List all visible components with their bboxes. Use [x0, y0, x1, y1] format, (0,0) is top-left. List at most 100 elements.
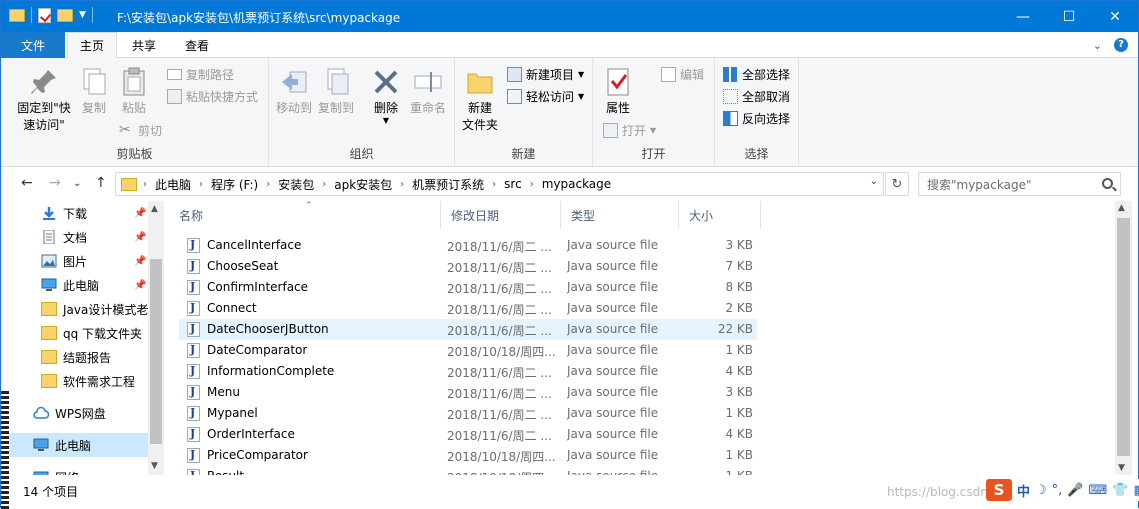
select-none-button[interactable]: 全部取消	[723, 86, 790, 106]
file-row[interactable]: ChooseSeat 2018/11/6/周二 ... Java source fi…	[179, 256, 757, 277]
nav-scroll-thumb[interactable]	[150, 259, 162, 444]
microphone-icon[interactable]: 🎤	[1067, 483, 1083, 498]
chevron-down-icon[interactable]: ⌄	[870, 176, 878, 187]
chevron-right-icon[interactable]: ›	[266, 179, 270, 190]
chevron-right-icon[interactable]: ›	[400, 179, 404, 190]
copy-button[interactable]: 复制	[77, 66, 111, 117]
nav-item[interactable]: 下载 📌	[9, 201, 149, 225]
skin-icon[interactable]: 👕	[1112, 483, 1128, 498]
new-folder-icon[interactable]	[57, 8, 73, 22]
edit-button[interactable]: 编辑	[661, 64, 704, 84]
language-indicator[interactable]: 中	[1017, 481, 1030, 500]
nav-item[interactable]: qq 下载文件夹	[9, 321, 149, 345]
breadcrumb-item[interactable]: mypackage	[542, 177, 611, 191]
help-icon[interactable]: ?	[1114, 38, 1128, 52]
file-row[interactable]: DateChooserJButton 2018/11/6/周二 ... Java s…	[179, 319, 757, 340]
tab-view[interactable]: 查看	[171, 32, 223, 58]
chevron-down-icon[interactable]: ▼	[79, 10, 86, 20]
pin-icon[interactable]: 📌	[134, 256, 146, 267]
file-row[interactable]: OrderInterface 2018/11/6/周二 ... Java sourc…	[179, 424, 757, 445]
breadcrumb-item[interactable]: 机票预订系统	[412, 176, 484, 193]
cut-button[interactable]: ✂ 剪切	[119, 120, 162, 140]
file-row[interactable]: PriceComparator 2018/10/18/周四... Java sour…	[179, 445, 757, 466]
copy-to-button[interactable]: 复制到	[317, 66, 355, 117]
recent-locations-button[interactable]: ⌄	[73, 178, 81, 189]
file-list-scrollbar[interactable]: ▲ ▼	[1115, 201, 1132, 475]
chevron-down-icon[interactable]: ▼	[1118, 463, 1125, 473]
invert-selection-button[interactable]: 反向选择	[723, 108, 790, 128]
file-row[interactable]: Menu 2018/11/6/周二 ... Java source file 3 KB	[179, 382, 757, 403]
back-button[interactable]: ←	[21, 175, 33, 191]
breadcrumb-item[interactable]: src	[504, 177, 522, 191]
search-input[interactable]: 搜索"mypackage"	[918, 172, 1121, 196]
chevron-down-icon[interactable]: ⌄	[1093, 39, 1102, 52]
file-row[interactable]: InformationComplete 2018/11/6/周二 ... Java …	[179, 361, 757, 382]
nav-item[interactable]: 网络	[9, 465, 149, 475]
file-row[interactable]: Connect 2018/11/6/周二 ... Java source file 2…	[179, 298, 757, 319]
file-row[interactable]: Mypanel 2018/11/6/周二 ... Java source file 1…	[179, 403, 757, 424]
chevron-right-icon[interactable]: ›	[199, 179, 203, 190]
pin-icon[interactable]: 📌	[134, 208, 146, 219]
rename-button[interactable]: 重命名	[407, 66, 449, 117]
chevron-down-icon[interactable]: ▼	[151, 461, 158, 471]
nav-item[interactable]: WPS网盘	[9, 401, 149, 425]
breadcrumb-item[interactable]: apk安装包	[334, 176, 392, 193]
new-item-button[interactable]: 新建项目 ▼	[507, 64, 584, 84]
move-to-button[interactable]: 移动到	[275, 66, 313, 117]
close-button[interactable]: ✕	[1092, 1, 1138, 32]
tab-home[interactable]: 主页	[67, 32, 117, 59]
paste-shortcut-button[interactable]: 粘贴快捷方式	[167, 86, 258, 106]
chevron-right-icon[interactable]: ›	[530, 179, 534, 190]
file-row[interactable]: ConfirmInterface 2018/11/6/周二 ... Java sou…	[179, 277, 757, 298]
file-list-scroll-thumb[interactable]	[1117, 218, 1130, 456]
tab-share[interactable]: 共享	[119, 32, 169, 58]
refresh-button[interactable]: ↻	[885, 172, 909, 196]
address-bar[interactable]: › 此电脑 › 程序 (F:) › 安装包 › apk安装包 › 机票预订系统 › src › mypa…	[115, 172, 884, 196]
minimize-button[interactable]: —	[1000, 1, 1046, 32]
open-button[interactable]: 打开 ▼	[603, 120, 656, 140]
file-row[interactable]: Result 2018/10/18/周四... Java source file 1 …	[179, 466, 757, 475]
column-header-type[interactable]: 类型	[561, 201, 679, 229]
chevron-up-icon[interactable]: ▲	[151, 204, 158, 214]
column-header-date[interactable]: 修改日期	[441, 201, 561, 229]
pin-icon[interactable]: 📌	[134, 280, 146, 291]
nav-item[interactable]: 文档 📌	[9, 225, 149, 249]
copy-path-button[interactable]: 复制路径	[167, 64, 234, 84]
nav-item[interactable]: 此电脑 📌	[9, 273, 149, 297]
nav-scrollbar[interactable]: ▲ ▼	[148, 201, 164, 475]
sogou-ime-icon[interactable]: S	[986, 479, 1012, 501]
tab-file[interactable]: 文件	[1, 32, 65, 58]
chevron-right-icon[interactable]: ›	[322, 179, 326, 190]
chevron-up-icon[interactable]: ▲	[1118, 203, 1125, 213]
new-folder-button[interactable]: 新建 文件夹	[459, 66, 501, 134]
breadcrumb-item[interactable]: 程序 (F:)	[211, 176, 258, 193]
nav-item[interactable]: 软件需求工程	[9, 369, 149, 393]
chevron-right-icon[interactable]: ›	[143, 179, 147, 190]
nav-item[interactable]: 图片 📌	[9, 249, 149, 273]
title-bar[interactable]: ▼ F:\安装包\apk安装包\机票预订系统\src\mypackage — ☐…	[1, 1, 1138, 32]
easy-access-button[interactable]: 轻松访问 ▼	[507, 86, 584, 106]
punctuation-icon[interactable]: °,	[1052, 483, 1063, 498]
keyboard-icon[interactable]: ⌨	[1089, 483, 1108, 498]
nav-item[interactable]: 此电脑	[9, 433, 149, 457]
pin-icon[interactable]: 📌	[134, 232, 146, 243]
file-row[interactable]: CancelInterface 2018/11/6/周二 ... Java sour…	[179, 235, 757, 256]
toolbox-icon[interactable]: ▦	[1133, 483, 1139, 498]
forward-button[interactable]: →	[49, 175, 61, 191]
pin-to-quick-access-button[interactable]: 固定到"快 速访问"	[9, 66, 79, 134]
properties-button[interactable]: 属性	[599, 66, 637, 117]
moon-icon[interactable]: ☽	[1035, 483, 1047, 498]
chevron-right-icon[interactable]: ›	[492, 179, 496, 190]
column-header-size[interactable]: 大小	[679, 201, 761, 229]
delete-button[interactable]: 删除 ▼	[369, 66, 403, 125]
file-row[interactable]: DateComparator 2018/10/18/周四... Java sourc…	[179, 340, 757, 361]
select-all-button[interactable]: 全部选择	[723, 64, 790, 84]
up-button[interactable]: ↑	[95, 175, 107, 191]
breadcrumb-item[interactable]: 安装包	[278, 176, 314, 193]
nav-item[interactable]: Java设计模式老	[9, 297, 149, 321]
breadcrumb-item[interactable]: 此电脑	[155, 176, 191, 193]
paste-button[interactable]: 粘贴	[117, 66, 151, 117]
nav-item[interactable]: 结题报告	[9, 345, 149, 369]
maximize-button[interactable]: ☐	[1046, 1, 1092, 32]
properties-icon[interactable]	[38, 7, 51, 23]
